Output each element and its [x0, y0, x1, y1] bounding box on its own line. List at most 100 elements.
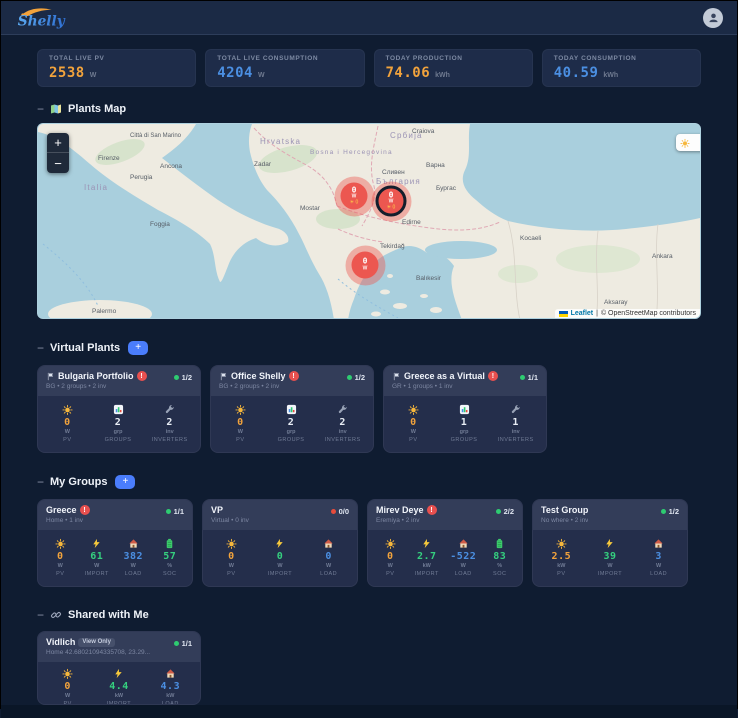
- pv-stat: 0 W PV: [214, 538, 248, 577]
- app-header: Shelly: [1, 1, 737, 35]
- footer-strip: [1, 705, 737, 718]
- group-card[interactable]: Greece ! Home • 1 inv 1/1 0 W PV 61 W IM…: [37, 499, 193, 587]
- dashboard-page: Shelly TOTAL LIVE PV 2538 W TOTAL LIVE C…: [0, 0, 738, 718]
- map-icon: [50, 103, 62, 115]
- status-dot: [495, 509, 501, 514]
- add-virtual-plant-button[interactable]: +: [128, 341, 149, 355]
- status-badge: 2/2: [495, 507, 514, 516]
- status-badge: 1/1: [519, 373, 538, 382]
- virtual-plant-card[interactable]: Bulgaria Portfolio ! BG • 2 groups • 2 i…: [37, 365, 201, 453]
- collapse-icon[interactable]: −: [37, 609, 44, 621]
- map-layers-control[interactable]: [676, 134, 700, 151]
- import-stat: 2.7 kW IMPORT: [410, 538, 444, 577]
- battery-icon: [494, 538, 505, 549]
- sun-icon: [680, 138, 690, 148]
- sun-icon: [62, 668, 73, 679]
- collapse-icon[interactable]: −: [37, 342, 44, 354]
- load-stat: 382 W LOAD: [116, 538, 150, 577]
- status-badge: 1/2: [346, 373, 365, 382]
- collapse-icon[interactable]: −: [37, 476, 44, 488]
- stats-row: TOTAL LIVE PV 2538 W TOTAL LIVE CONSUMPT…: [37, 49, 701, 87]
- pv-stat: 0 W PV: [50, 404, 84, 443]
- stat-label: TOTAL LIVE CONSUMPTION: [217, 55, 319, 62]
- import-stat: 4.4 kW IMPORT: [102, 668, 136, 704]
- virtual-plant-card[interactable]: Office Shelly ! BG • 2 groups • 2 inv 1/…: [210, 365, 374, 453]
- status-badge: 0/0: [330, 507, 349, 516]
- section-title: Plants Map: [68, 103, 127, 115]
- svg-text:Balıkesir: Balıkesir: [416, 275, 442, 282]
- shared-plant-card[interactable]: Vidlich View Only Home 42.68021094335708…: [37, 631, 201, 705]
- card-subtitle: Home 42.68021094335708, 23.29...: [46, 649, 151, 656]
- virtual-plants-section-header: − Virtual Plants +: [37, 341, 701, 355]
- wrench-icon: [510, 404, 521, 415]
- bolt-icon: [113, 668, 124, 679]
- load-stat: -522 W LOAD: [446, 538, 480, 577]
- osm-attribution[interactable]: © OpenStreetMap contributors: [601, 310, 696, 317]
- group-card[interactable]: VP Virtual • 0 inv 0/0 0 W PV 0 W IMPORT…: [202, 499, 358, 587]
- svg-text:Aksaray: Aksaray: [604, 299, 628, 306]
- battery-icon: [164, 538, 175, 549]
- stat-value: 2538: [49, 65, 85, 81]
- link-icon: [50, 609, 62, 621]
- status-badge: 1/2: [173, 373, 192, 382]
- stat-card-today-production: TODAY PRODUCTION 74.06 kWh: [373, 49, 533, 87]
- status-dot: [330, 509, 336, 514]
- stat-unit: W: [257, 72, 265, 79]
- bolt-icon: [421, 538, 432, 549]
- status-dot: [346, 375, 352, 380]
- status-dot: [660, 509, 666, 514]
- add-group-button[interactable]: +: [115, 475, 136, 489]
- map-marker-plant-selected[interactable]: 0 W ☀ 0: [371, 181, 411, 221]
- svg-text:Hrvatska: Hrvatska: [260, 137, 301, 146]
- sun-icon: [556, 538, 567, 549]
- svg-text:Сливен: Сливен: [382, 169, 405, 176]
- my-groups-section-header: − My Groups +: [37, 475, 701, 489]
- svg-text:Edirne: Edirne: [402, 219, 421, 226]
- sea-marmara: [425, 241, 497, 259]
- status-dot: [173, 375, 179, 380]
- status-dot: [519, 375, 525, 380]
- import-stat: 39 W IMPORT: [593, 538, 627, 577]
- svg-text:Kocaeli: Kocaeli: [520, 235, 541, 242]
- alert-badge: !: [79, 505, 90, 515]
- user-icon: [707, 11, 720, 24]
- group-card[interactable]: Mirev Deye ! Eremiya • 2 inv 2/2 0 W PV …: [367, 499, 523, 587]
- svg-text:Firenze: Firenze: [98, 155, 120, 162]
- leaflet-link[interactable]: Leaflet: [571, 310, 594, 317]
- virtual-plant-card[interactable]: Greece as a Virtual ! GR • 1 groups • 1 …: [383, 365, 547, 453]
- house-icon: [128, 538, 139, 549]
- map-zoom-in-button[interactable]: +: [47, 133, 69, 153]
- group-card[interactable]: Test Group No where • 2 inv 1/2 2.5 kW P…: [532, 499, 688, 587]
- svg-text:Ankara: Ankara: [652, 253, 673, 260]
- import-stat: 0 W IMPORT: [263, 538, 297, 577]
- card-subtitle: Virtual • 0 inv: [211, 517, 249, 524]
- shared-row: Vidlich View Only Home 42.68021094335708…: [37, 631, 701, 705]
- stat-value: 4204: [217, 65, 253, 81]
- map-marker-plant[interactable]: 0 W ☀ 0: [334, 176, 374, 216]
- inverters-stat: 1 inv INVERTERS: [498, 404, 534, 443]
- collapse-icon[interactable]: −: [37, 103, 44, 115]
- status-badge: 1/1: [165, 507, 184, 516]
- alert-badge: !: [487, 371, 498, 381]
- flag-icon: [219, 372, 228, 381]
- svg-text:Città di San Marino: Città di San Marino: [130, 133, 182, 139]
- plants-map[interactable]: Hrvatska Bosna i Hercegovina Србија Бълг…: [37, 123, 701, 319]
- chart-icon: [459, 404, 470, 415]
- card-subtitle: BG • 2 groups • 2 inv: [219, 383, 280, 390]
- map-zoom-out-button[interactable]: −: [47, 153, 69, 173]
- shared-section-header: − Shared with Me: [37, 609, 701, 621]
- my-groups-row: Greece ! Home • 1 inv 1/1 0 W PV 61 W IM…: [37, 499, 701, 587]
- flag-icon: [392, 372, 401, 381]
- shelly-logo[interactable]: Shelly: [15, 6, 79, 30]
- groups-stat: 2 grp GROUPS: [274, 404, 308, 443]
- section-title: My Groups: [50, 476, 108, 488]
- ukraine-flag-icon: [558, 310, 568, 317]
- svg-text:Italia: Italia: [84, 183, 108, 192]
- bolt-icon: [274, 538, 285, 549]
- user-menu-button[interactable]: [703, 7, 723, 28]
- pv-stat: 0 W PV: [43, 538, 77, 577]
- soc-stat: 83 % SOC: [483, 538, 517, 577]
- map-canvas[interactable]: Hrvatska Bosna i Hercegovina Србија Бълг…: [38, 124, 701, 319]
- map-zoom-control: + −: [47, 133, 69, 173]
- map-marker-plant[interactable]: 0 W: [345, 245, 385, 285]
